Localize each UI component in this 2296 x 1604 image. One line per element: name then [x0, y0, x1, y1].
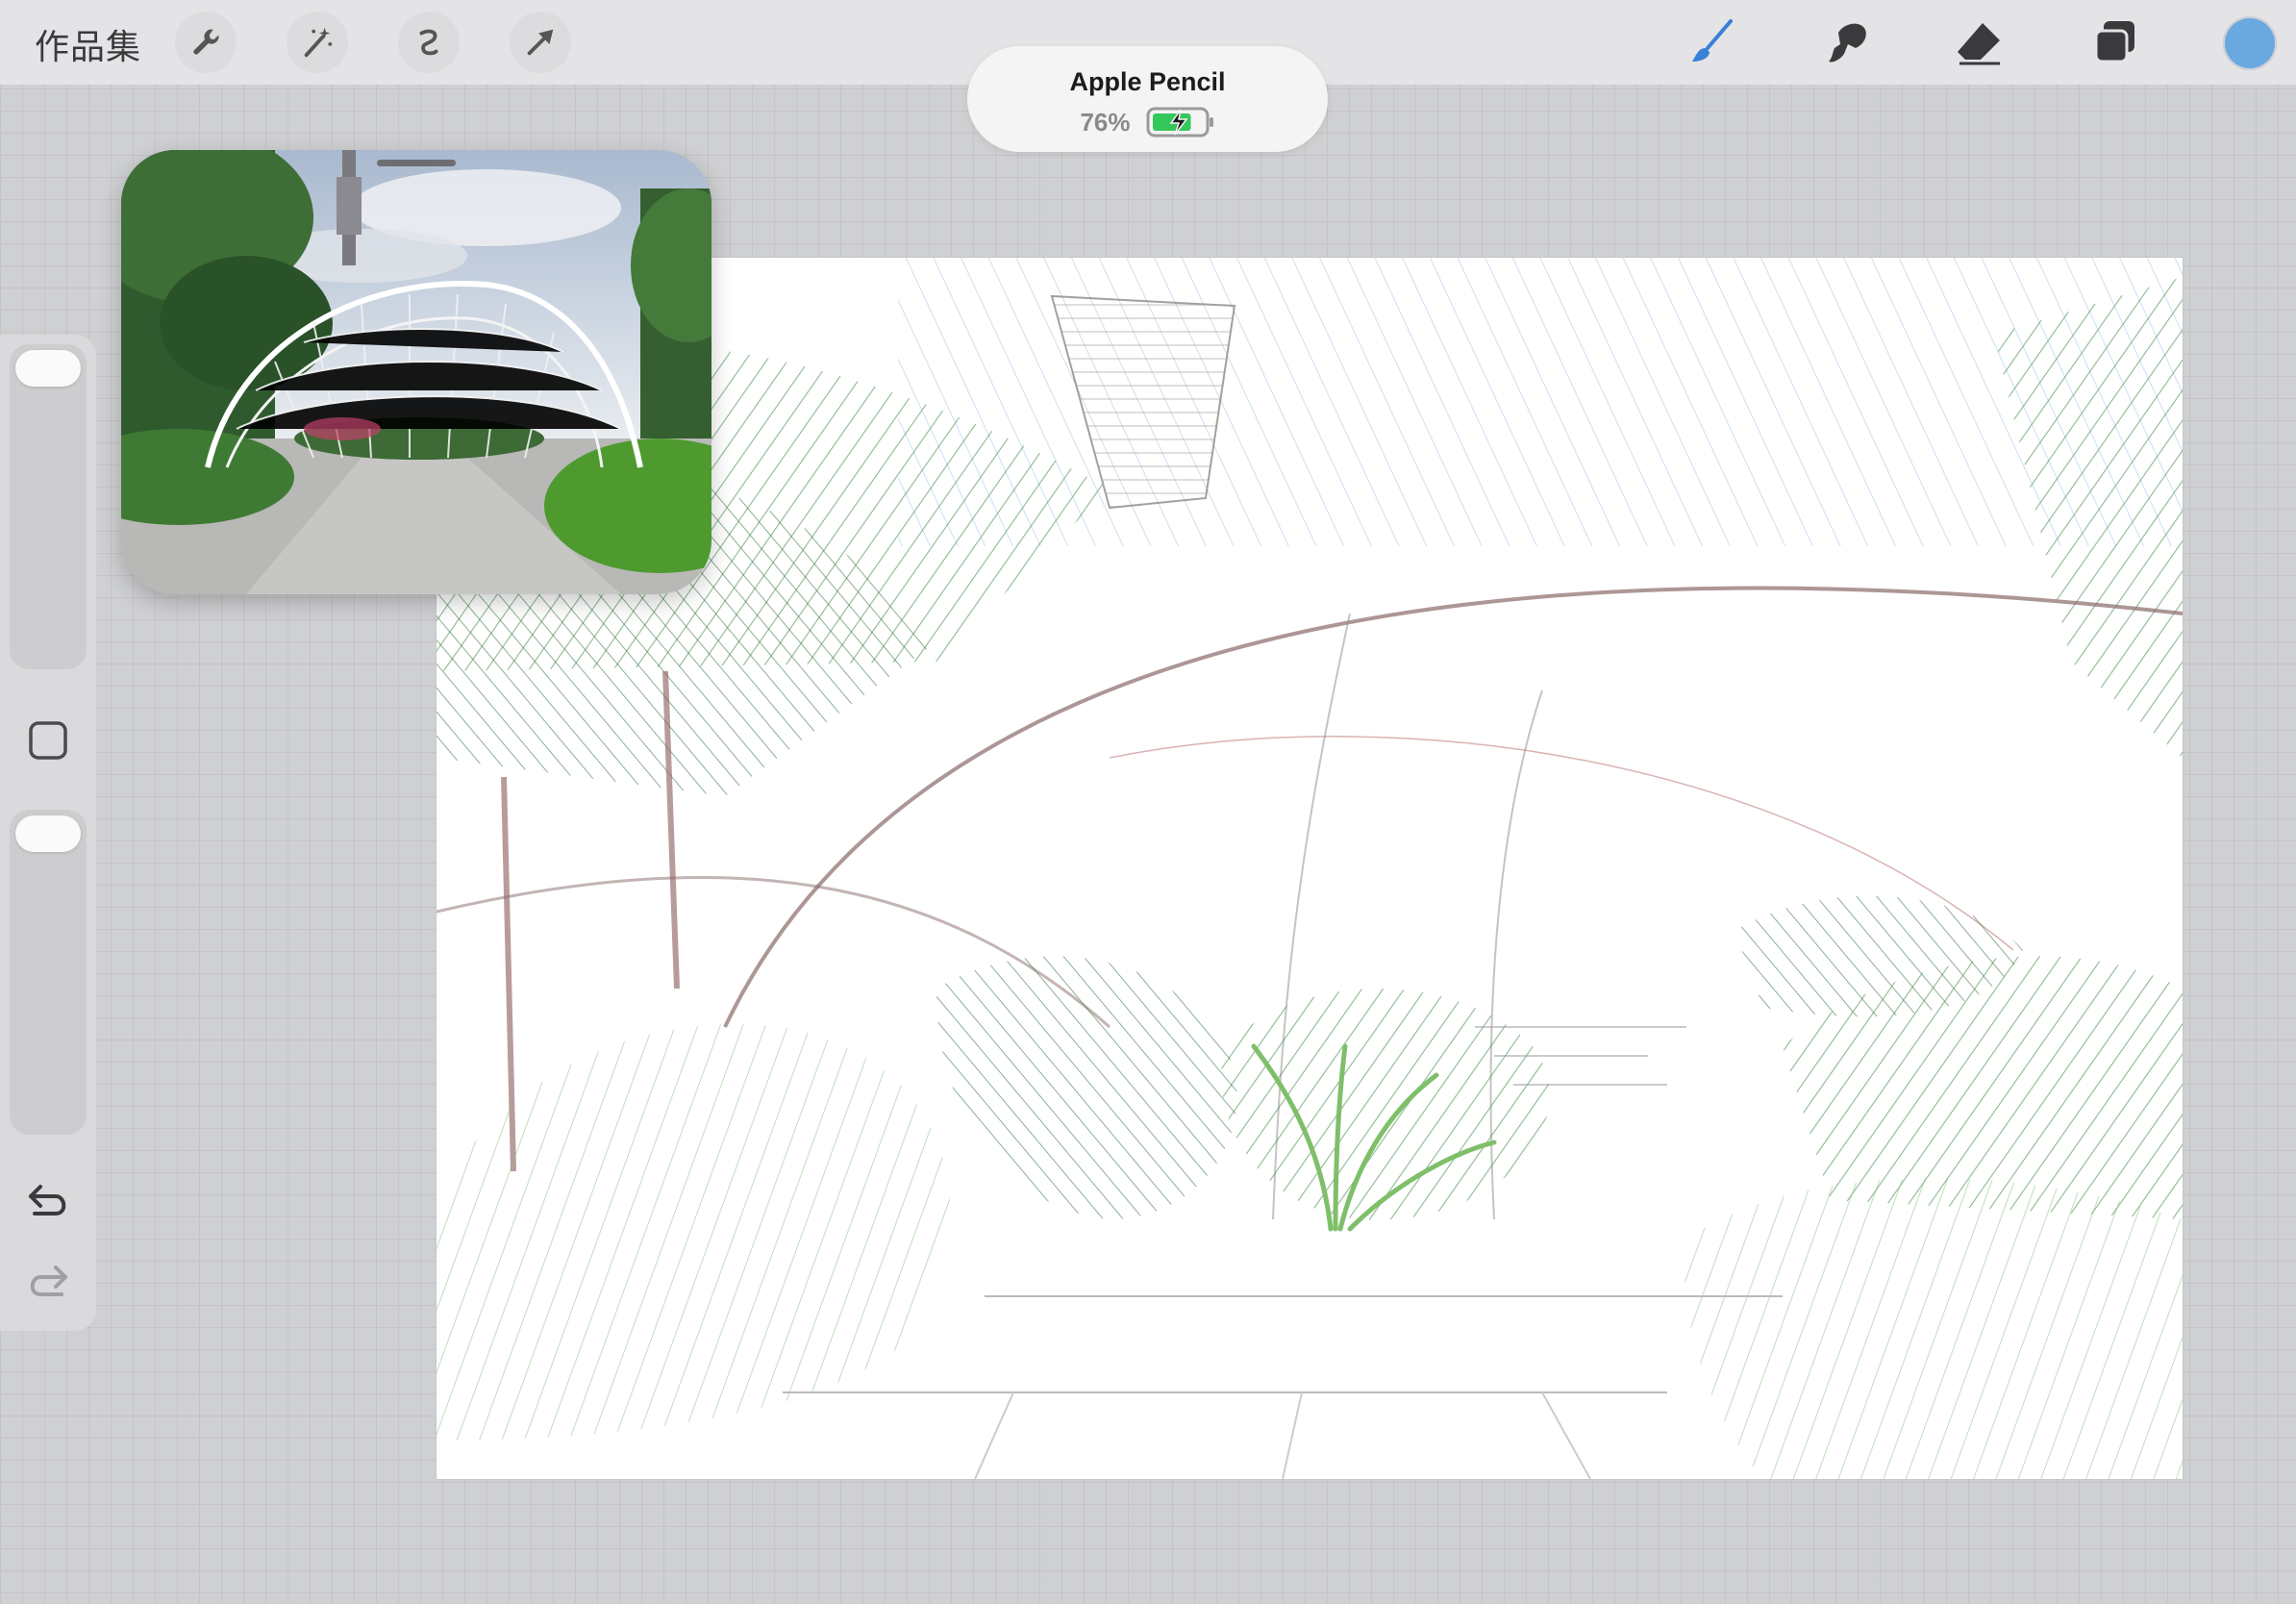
redo-icon[interactable] [23, 1256, 73, 1306]
selection-button[interactable] [398, 12, 460, 73]
gallery-button[interactable]: 作品集 [35, 19, 141, 69]
layers-icon [2094, 21, 2134, 63]
reference-photo [121, 150, 711, 594]
eraser-tool[interactable] [1946, 10, 2011, 75]
brush-icon [1692, 19, 1733, 62]
undo-icon[interactable] [23, 1175, 73, 1225]
battery-charging-icon [1146, 107, 1213, 138]
adjustments-button[interactable] [287, 12, 348, 73]
eraser-icon [1958, 23, 2000, 65]
smudge-icon [1829, 23, 1866, 63]
opacity-handle[interactable] [15, 815, 81, 852]
pencil-battery-percent: 76% [1080, 107, 1131, 137]
brush-size-handle[interactable] [15, 350, 81, 387]
opacity-slider[interactable] [10, 810, 87, 1135]
reference-window[interactable] [121, 150, 711, 594]
pencil-device-name: Apple Pencil [1069, 67, 1226, 96]
transform-button[interactable] [510, 12, 571, 73]
left-sidebar [0, 335, 96, 1331]
magic-wand-icon [304, 27, 333, 58]
color-picker-button[interactable] [2223, 16, 2277, 70]
modify-square-icon[interactable] [25, 717, 71, 764]
reference-window-grabber[interactable] [377, 160, 456, 166]
layers-tool[interactable] [2083, 10, 2148, 75]
smudge-tool[interactable] [1813, 10, 1879, 75]
brush-tool[interactable] [1679, 10, 1744, 75]
wrench-icon [193, 29, 219, 55]
pencil-battery-notice: Apple Pencil 76% [967, 46, 1328, 152]
transform-arrow-icon [527, 29, 554, 56]
selection-icon [419, 29, 438, 56]
brush-size-slider[interactable] [10, 344, 87, 669]
actions-button[interactable] [175, 12, 237, 73]
